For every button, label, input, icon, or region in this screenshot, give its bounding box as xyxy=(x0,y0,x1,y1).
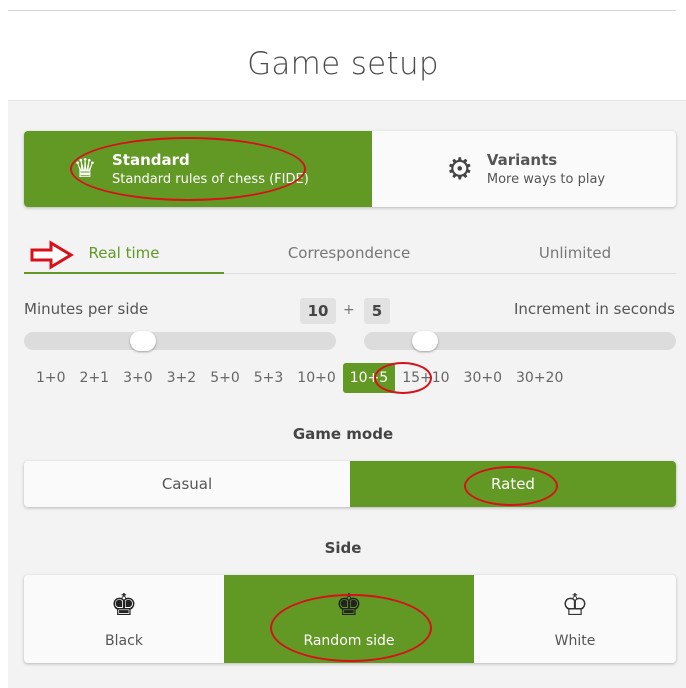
tab-correspondence[interactable]: Correspondence xyxy=(224,236,474,273)
time-control-tabs: Real time Correspondence Unlimited xyxy=(24,236,676,274)
time-presets: 1+0 2+1 3+0 3+2 5+0 5+3 10+0 10+5 15+10 … xyxy=(24,362,570,394)
preset-3-0[interactable]: 3+0 xyxy=(116,363,160,393)
preset-5-3[interactable]: 5+3 xyxy=(247,363,291,393)
preset-1-0[interactable]: 1+0 xyxy=(24,363,73,393)
preset-10-5[interactable]: 10+5 xyxy=(342,363,396,393)
top-divider xyxy=(8,10,676,11)
preset-5-0[interactable]: 5+0 xyxy=(203,363,247,393)
minutes-value: 10 xyxy=(300,298,336,324)
random-side-label: Random side xyxy=(303,633,395,649)
rated-button[interactable]: Rated xyxy=(350,461,676,507)
tab-unlimited[interactable]: Unlimited xyxy=(474,236,676,273)
standard-desc: Standard rules of chess (FIDE) xyxy=(112,172,309,187)
side-label: Side xyxy=(324,539,362,557)
white-side-label: White xyxy=(554,633,596,649)
increment-slider[interactable] xyxy=(364,331,676,351)
preset-3-2[interactable]: 3+2 xyxy=(160,363,204,393)
preset-15-10[interactable]: 15+10 xyxy=(395,363,456,393)
variant-switch: ♛ Standard Standard rules of chess (FIDE… xyxy=(24,131,676,207)
standard-name: Standard xyxy=(112,151,190,169)
gears-icon: ⚙ xyxy=(446,151,474,187)
game-mode-toggle: Casual Rated xyxy=(24,461,676,507)
variants-name: Variants xyxy=(486,151,558,169)
header: Game setup xyxy=(0,12,686,100)
variants-desc: More ways to play xyxy=(486,172,606,187)
variants-option[interactable]: ⚙ Variants More ways to play xyxy=(372,131,676,207)
preset-2-1[interactable]: 2+1 xyxy=(73,363,117,393)
plus-sign: + xyxy=(343,302,355,318)
white-king-icon: ♔ xyxy=(561,588,589,623)
side-selector: ♚ Black ♚ Random side ♔ White xyxy=(24,575,676,663)
random-side-button[interactable]: ♚ Random side xyxy=(224,575,474,663)
minutes-slider-thumb[interactable] xyxy=(130,331,156,351)
casual-button[interactable]: Casual xyxy=(24,461,350,507)
minutes-slider[interactable] xyxy=(24,331,336,351)
page-title: Game setup xyxy=(247,46,439,82)
preset-30-0[interactable]: 30+0 xyxy=(457,363,509,393)
black-side-label: Black xyxy=(105,633,143,649)
increment-value: 5 xyxy=(364,298,390,324)
black-king-icon: ♚ xyxy=(110,588,138,623)
game-mode-label: Game mode xyxy=(292,425,394,443)
black-side-button[interactable]: ♚ Black xyxy=(24,575,224,663)
white-side-button[interactable]: ♔ White xyxy=(474,575,676,663)
preset-10-0[interactable]: 10+0 xyxy=(290,363,342,393)
annotation-arrow-icon xyxy=(30,240,74,270)
increment-label: Increment in seconds xyxy=(514,300,675,318)
increment-slider-thumb[interactable] xyxy=(412,331,438,351)
minutes-label: Minutes per side xyxy=(24,300,149,318)
crown-icon: ♛ xyxy=(73,154,97,184)
standard-option[interactable]: ♛ Standard Standard rules of chess (FIDE… xyxy=(24,131,372,207)
preset-30-20[interactable]: 30+20 xyxy=(509,363,570,393)
random-king-icon: ♚ xyxy=(335,588,363,623)
